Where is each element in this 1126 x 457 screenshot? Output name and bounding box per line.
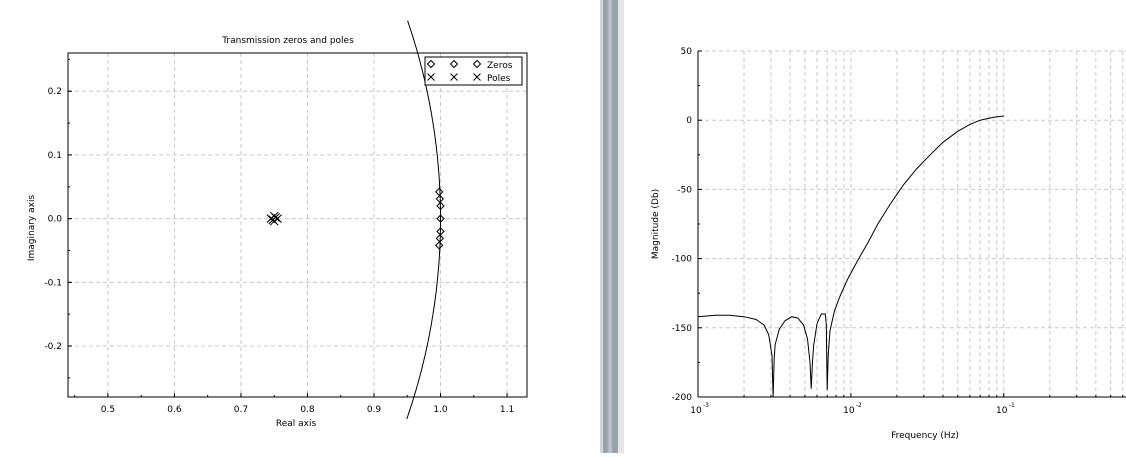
pz-ytick-label: -0.1 [44, 278, 62, 288]
mag-xtick-label: 10 [690, 406, 702, 416]
pz-axis-ticks: 0.5 0.6 0.7 0.8 0.9 1.0 1.1 0.2 0.1 0.0 -0.1 -0.2 [44, 58, 514, 415]
pz-xtick-label: 0.5 [101, 405, 115, 415]
pz-plot-frame [67, 52, 528, 398]
mag-ytick-label: 0 [686, 116, 692, 126]
window-divider[interactable] [600, 0, 624, 453]
mag-ytick-label: -50 [677, 185, 692, 195]
pz-xtick-label: 1.0 [433, 405, 448, 415]
pz-ylabel: Imaginary axis [27, 195, 37, 262]
pz-xtick-label: 0.8 [300, 405, 315, 415]
pz-title: Transmission zeros and poles [221, 36, 354, 46]
pz-grid [68, 53, 527, 397]
pole-zero-chart: Transmission zeros and poles Real axis I… [27, 20, 528, 429]
pz-xlabel: Real axis [276, 419, 317, 429]
mag-grid [698, 50, 1126, 397]
pz-ytick-label: 0.0 [48, 215, 63, 225]
mag-ylabel: Magnitude (Db) [651, 189, 661, 259]
pz-xtick-label: 0.9 [367, 405, 382, 415]
magnitude-panel: Frequency (Hz) Magnitude (Db) 50 0 -50 -100… [624, 0, 1126, 453]
mag-xtick-exponent: -2 [856, 402, 862, 409]
pz-xtick-label: 0.6 [167, 405, 182, 415]
mag-xtick-exponent: -3 [703, 402, 709, 409]
zero-marker [434, 241, 444, 250]
mag-xtick-label: 10 [996, 406, 1008, 416]
legend-poles-label: Poles [487, 74, 511, 84]
mag-xlabel: Frequency (Hz) [891, 431, 959, 441]
mag-ytick-label: -150 [672, 324, 693, 334]
pz-ytick-label: -0.2 [44, 342, 62, 352]
mag-ytick-label: 50 [681, 47, 693, 57]
pz-xtick-label: 0.7 [234, 405, 248, 415]
legend-zeros-label: Zeros [487, 61, 513, 71]
zero-marker [434, 187, 444, 197]
pz-ytick-label: 0.2 [48, 87, 62, 97]
mag-xtick-exponent: -1 [1009, 402, 1015, 409]
magnitude-chart: Frequency (Hz) Magnitude (Db) 50 0 -50 -100… [651, 47, 1126, 441]
mag-ytick-label: -200 [672, 393, 693, 403]
mag-xtick-label: 10 [843, 406, 855, 416]
pz-ytick-label: 0.1 [48, 151, 62, 161]
pz-xtick-label: 1.1 [500, 405, 514, 415]
pole-zero-panel: Transmission zeros and poles Real axis I… [0, 0, 600, 453]
mag-ytick-label: -100 [672, 255, 693, 265]
pz-legend: Zeros Poles [424, 56, 523, 86]
